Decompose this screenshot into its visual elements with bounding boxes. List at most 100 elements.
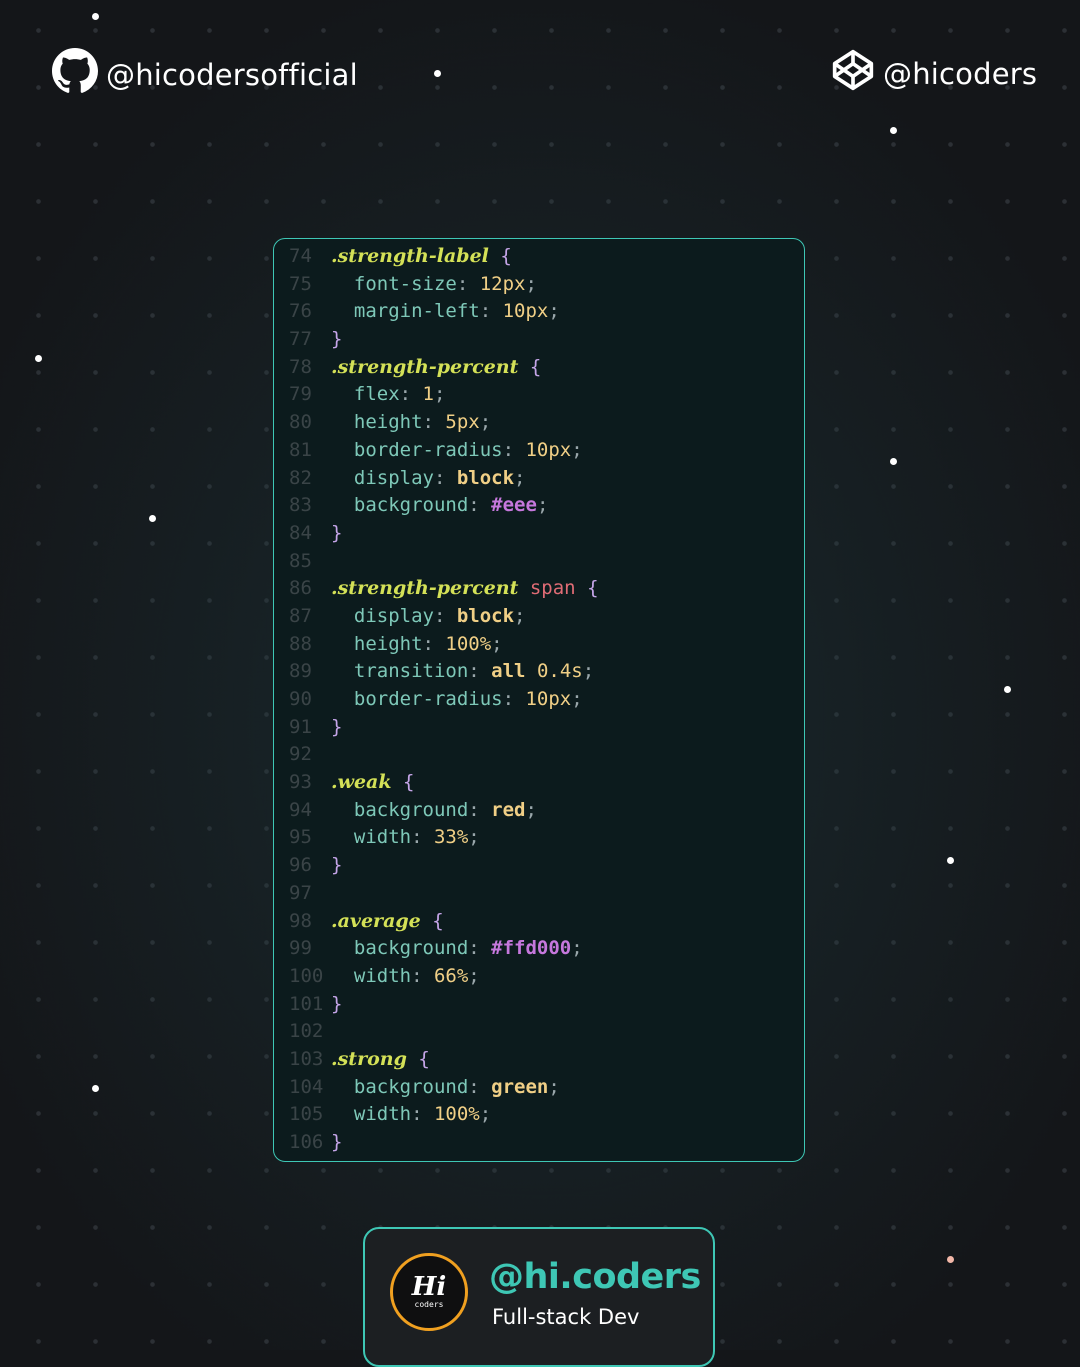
code-text: margin-left: 10px; [331, 298, 560, 326]
code-text: display: block; [331, 603, 526, 631]
code-token: 12px [479, 272, 526, 295]
code-token: 10px [525, 688, 572, 710]
code-token: : [399, 383, 423, 406]
line-number: 98 [289, 909, 312, 932]
code-text: display: block; [331, 465, 526, 493]
line-number: 92 [289, 743, 312, 766]
code-token: green [491, 1075, 549, 1098]
code-token: .average [331, 909, 421, 932]
code-token: : [422, 411, 446, 434]
code-line: 93 .weak { [274, 769, 804, 797]
code-token: border-radius [331, 438, 503, 461]
line-number: 106 [289, 1131, 324, 1153]
code-text: } [331, 1129, 342, 1157]
star-decoration [434, 70, 441, 77]
code-token: span [529, 577, 576, 600]
code-text: .weak { [331, 769, 414, 797]
code-text: background: green; [331, 1074, 560, 1102]
code-token: display [331, 604, 434, 627]
code-token: { [403, 771, 415, 794]
code-token: } [331, 521, 343, 544]
code-token: ; [548, 300, 560, 323]
code-token: flex [331, 383, 400, 406]
code-token: #ffd000 [491, 937, 572, 960]
line-number: 104 [289, 1075, 324, 1098]
code-text: height: 5px; [331, 409, 491, 437]
code-line: 77} [274, 326, 804, 354]
line-number: 83 [289, 494, 312, 517]
code-text: background: #eee; [331, 492, 549, 520]
code-line: 94 background: red; [274, 797, 804, 825]
brand-role: Full-stack Dev [492, 1305, 640, 1329]
code-token: ; [525, 798, 537, 821]
code-token: 66% [433, 964, 469, 987]
code-line: 83 background: #eee; [274, 492, 804, 520]
code-token: } [331, 328, 343, 351]
github-handle[interactable]: @hicodersofficial [52, 48, 358, 101]
code-token: ; [536, 494, 549, 517]
line-number: 86 [289, 577, 312, 600]
code-token: { [432, 909, 444, 932]
code-text: background: red; [331, 797, 537, 825]
line-number: 77 [289, 328, 312, 351]
code-text: width: 100%; [331, 1101, 491, 1129]
code-line: 92 [274, 741, 804, 769]
star-decoration [149, 515, 156, 522]
code-token: ; [491, 632, 503, 655]
code-line: 80 height: 5px; [274, 409, 804, 437]
line-number: 95 [289, 826, 312, 849]
code-text: .strength-label { [331, 243, 512, 271]
line-number: 91 [289, 715, 312, 738]
star-decoration [947, 1256, 954, 1263]
code-token: ; [571, 937, 583, 960]
code-token: { [587, 577, 599, 600]
line-number: 78 [289, 355, 312, 378]
code-token: ; [479, 1103, 492, 1126]
profile-card[interactable]: Hi coders @hi.coders Full-stack Dev [363, 1227, 715, 1367]
code-text: border-radius: 10px; [331, 437, 583, 465]
code-token: : [422, 632, 446, 655]
code-token: .weak [331, 771, 392, 794]
code-token: .strength-label [331, 245, 489, 267]
code-token: 5px [445, 411, 480, 434]
code-line: 86 .strength-percent span { [274, 575, 804, 603]
code-token: width [331, 1103, 412, 1126]
line-number: 90 [289, 688, 312, 710]
line-number: 100 [289, 964, 324, 987]
code-line: 105 width: 100%; [274, 1101, 804, 1129]
code-line: 76 margin-left: 10px; [274, 298, 804, 326]
code-text: width: 66%; [331, 963, 480, 991]
line-number: 80 [289, 411, 312, 434]
line-number: 88 [289, 632, 312, 655]
line-number: 81 [289, 438, 312, 461]
star-decoration [890, 458, 897, 465]
code-token: 10px [502, 300, 549, 323]
code-line: 102 [274, 1018, 804, 1046]
codepen-handle[interactable]: @hicoders [831, 48, 1037, 99]
codepen-icon [831, 48, 883, 99]
code-text: } [331, 852, 342, 880]
line-number: 89 [289, 660, 312, 683]
code-text: } [331, 326, 342, 354]
code-token: } [331, 1131, 343, 1153]
line-number: 99 [289, 937, 312, 960]
code-token: 1 [422, 383, 434, 406]
github-handle-label: @hicodersofficial [106, 57, 358, 92]
code-token: ; [479, 411, 492, 434]
line-number: 85 [289, 549, 312, 572]
code-line: 85 [274, 548, 804, 576]
code-line: 97 [274, 880, 804, 908]
code-token: red [491, 798, 526, 821]
star-decoration [947, 857, 954, 864]
code-text: font-size: 12px; [331, 271, 537, 299]
line-number: 79 [289, 383, 312, 406]
github-icon [52, 48, 106, 101]
star-decoration [35, 355, 42, 362]
star-decoration [92, 13, 99, 20]
code-line: 81 border-radius: 10px; [274, 437, 804, 465]
code-token: width [331, 964, 412, 987]
line-number: 76 [289, 300, 312, 323]
